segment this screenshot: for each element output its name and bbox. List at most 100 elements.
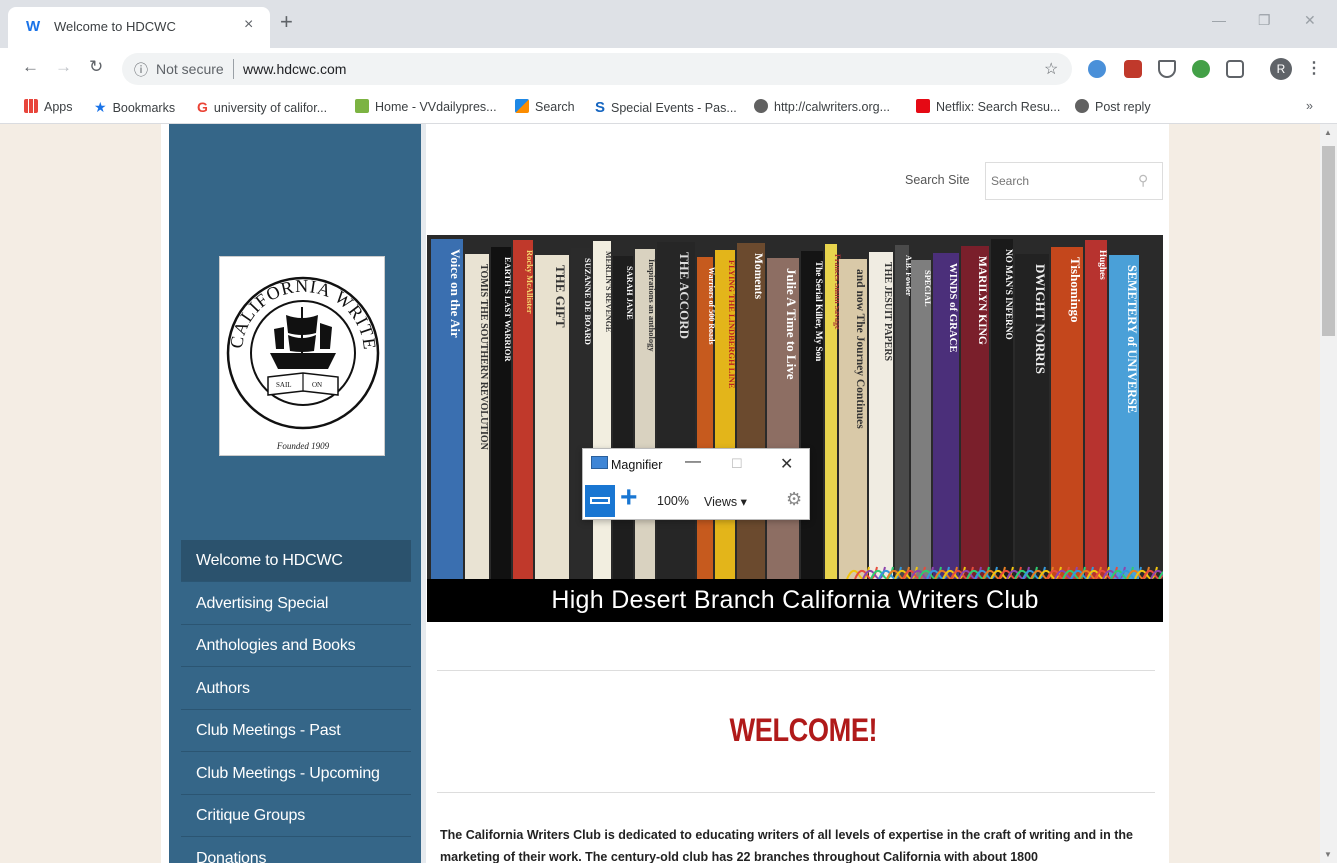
url-text[interactable]: www.hdcwc.com [243,61,346,77]
forward-arrow-icon[interactable]: → [55,57,72,77]
divider-bottom [437,792,1155,793]
gear-icon[interactable]: ⚙ [786,489,802,510]
magnifier-app-icon [591,456,608,469]
book-spine-title: Moments [752,253,764,300]
club-logo[interactable]: CALIFORNIA WRITERS CLUB SAIL ON Founded … [219,256,385,456]
bookmark-netflix[interactable]: Netflix: Search Resu... [916,99,1060,114]
book-spine-title: MERLIN'S REVENGE [604,251,613,332]
bookmark-special-events[interactable]: S Special Events - Pas... [595,99,737,116]
book-spine-title: Voice on the Air [448,249,463,338]
nav-club-meetings-past[interactable]: Club Meetings - Past [181,710,411,752]
zoom-level: 100% [657,494,689,508]
extension-green-icon[interactable] [1192,60,1210,78]
nav-anthologies-and-books[interactable]: Anthologies and Books [181,625,411,667]
book-spine-title: Warriors of 500 Roads [707,267,716,345]
extension-globe-icon[interactable] [1088,60,1106,78]
book-spine-title: The Serial Killer, My Son [814,261,824,361]
window-close-icon[interactable]: ✕ [1304,12,1316,29]
google-icon: G [197,99,208,115]
globe-icon [1075,99,1089,113]
browser-tab[interactable]: W Welcome to HDCWC × [8,7,270,48]
views-dropdown[interactable]: Views ▾ [704,494,747,509]
minus-icon [590,497,610,504]
banner-caption: High Desert Branch California Writers Cl… [427,579,1163,622]
browser-toolbar: ← → ↻ ⓘ Not secure www.hdcwc.com ☆ R ⋮ [0,48,1337,90]
zoom-in-button[interactable]: + [620,483,638,513]
book-spine-title: MARILYN KING [976,256,988,345]
book-spine-title: THE ACCORD [677,252,692,339]
profile-avatar[interactable]: R [1270,58,1292,80]
palm-icon [355,99,369,113]
book-spine-title: TOMIS THE SOUTHERN REVOLUTION [478,264,489,451]
bookmark-vvdailypress[interactable]: Home - VVdailypres... [355,99,497,114]
bookmark-post-reply[interactable]: Post reply [1075,99,1151,114]
nav-advertising-special[interactable]: Advertising Special [181,583,411,625]
bookmark-search[interactable]: Search [515,99,575,114]
restore-icon[interactable]: ❐ [1258,12,1271,29]
weebly-favicon-icon: W [26,18,41,35]
scroll-up-arrow-icon[interactable]: ▲ [1324,128,1332,137]
scrollbar-thumb[interactable] [1322,146,1335,336]
bookmarks-bar: Apps ★ Bookmarks Guniversity of califor..… [0,90,1337,124]
security-status: Not secure [156,61,224,77]
apps-grid-icon [24,99,38,113]
extension-shield-icon[interactable] [1158,60,1176,78]
info-circle-icon[interactable]: ⓘ [134,60,148,80]
welcome-heading: WELCOME! [729,712,878,748]
intro-paragraph: The California Writers Club is dedicated… [440,828,1133,863]
reload-icon[interactable]: ↻ [89,57,103,77]
book-spine-title: DWIGHT NORRIS [1033,264,1048,374]
magnifier-title: Magnifier [611,458,663,472]
sidebar-divider [421,124,426,863]
bookmark-star-icon[interactable]: ☆ [1044,59,1058,79]
menu-dots-icon[interactable]: ⋮ [1306,58,1322,78]
book-spine-title: WINDS of GRACE [947,263,959,353]
divider-top [437,670,1155,671]
book-spine-title: THE GIFT [553,265,568,328]
book-spine-title: Julie A Time to Live [784,268,799,380]
nav-critique-groups[interactable]: Critique Groups [181,795,411,837]
book-spine-title: Rocky McAllister [525,250,535,314]
site-search-input[interactable] [986,163,1126,199]
s-logo-icon: S [595,99,606,116]
bookmark-university[interactable]: Guniversity of califor... [197,99,327,115]
logo-founded: Founded 1909 [276,441,330,451]
magnifier-window[interactable]: Magnifier — ☐ ✕ + 100% Views ▾ ⚙ [582,448,810,520]
magnifier-close-icon[interactable]: ✕ [780,454,793,474]
magnifier-minimize-icon[interactable]: — [685,453,701,471]
book-spine-title: Hughes [1098,250,1108,280]
nav-club-meetings-upcoming[interactable]: Club Meetings - Upcoming [181,753,411,795]
book-spine-title: Tishomingo [1068,257,1083,323]
back-arrow-icon[interactable]: ← [22,57,39,77]
book-spine-title: SPECIAL [923,270,933,307]
book-spine-title: SARAH JANE [625,266,635,320]
star-icon: ★ [94,99,107,115]
nav-donations[interactable]: Donations [181,838,411,863]
bookmarks-overflow-chevron[interactable]: » [1306,99,1313,113]
tab-close-icon[interactable]: × [244,16,253,34]
bookmark-calwriters[interactable]: http://calwriters.org... [754,99,890,114]
address-bar[interactable]: ⓘ Not secure www.hdcwc.com ☆ [122,53,1072,85]
extension-pdf-icon[interactable] [1124,60,1142,78]
nav-authors[interactable]: Authors [181,668,411,710]
book-spine-title: EARTH'S LAST WARRIOR [503,257,513,363]
nav-welcome[interactable]: Welcome to HDCWC [181,540,411,582]
minimize-icon[interactable]: — [1212,12,1226,28]
book-spine [911,260,931,579]
extension-save-icon[interactable] [1226,60,1244,78]
search-icon[interactable]: ⚲ [1138,172,1148,189]
book-spine [1085,240,1107,579]
bookmark-bookmarks[interactable]: ★ Bookmarks [94,99,175,115]
zoom-out-button[interactable] [585,485,615,517]
book-spine-title: FLYING THE LINDBERGH LINE [727,260,737,389]
banner-image: Voice on the Air TOMIS THE SOUTHERN REVOL… [427,235,1163,622]
netflix-icon [916,99,930,113]
scroll-down-arrow-icon[interactable]: ▼ [1324,850,1332,859]
site-search-box[interactable]: ⚲ [985,162,1163,200]
new-tab-button[interactable]: + [280,11,293,33]
tab-title: Welcome to HDCWC [54,19,176,34]
tab-strip: W Welcome to HDCWC × + — ❐ ✕ [0,0,1337,48]
bookmark-apps[interactable]: Apps [24,99,73,114]
address-divider [233,59,234,79]
page-scrollbar[interactable]: ▲ ▼ [1320,124,1337,863]
